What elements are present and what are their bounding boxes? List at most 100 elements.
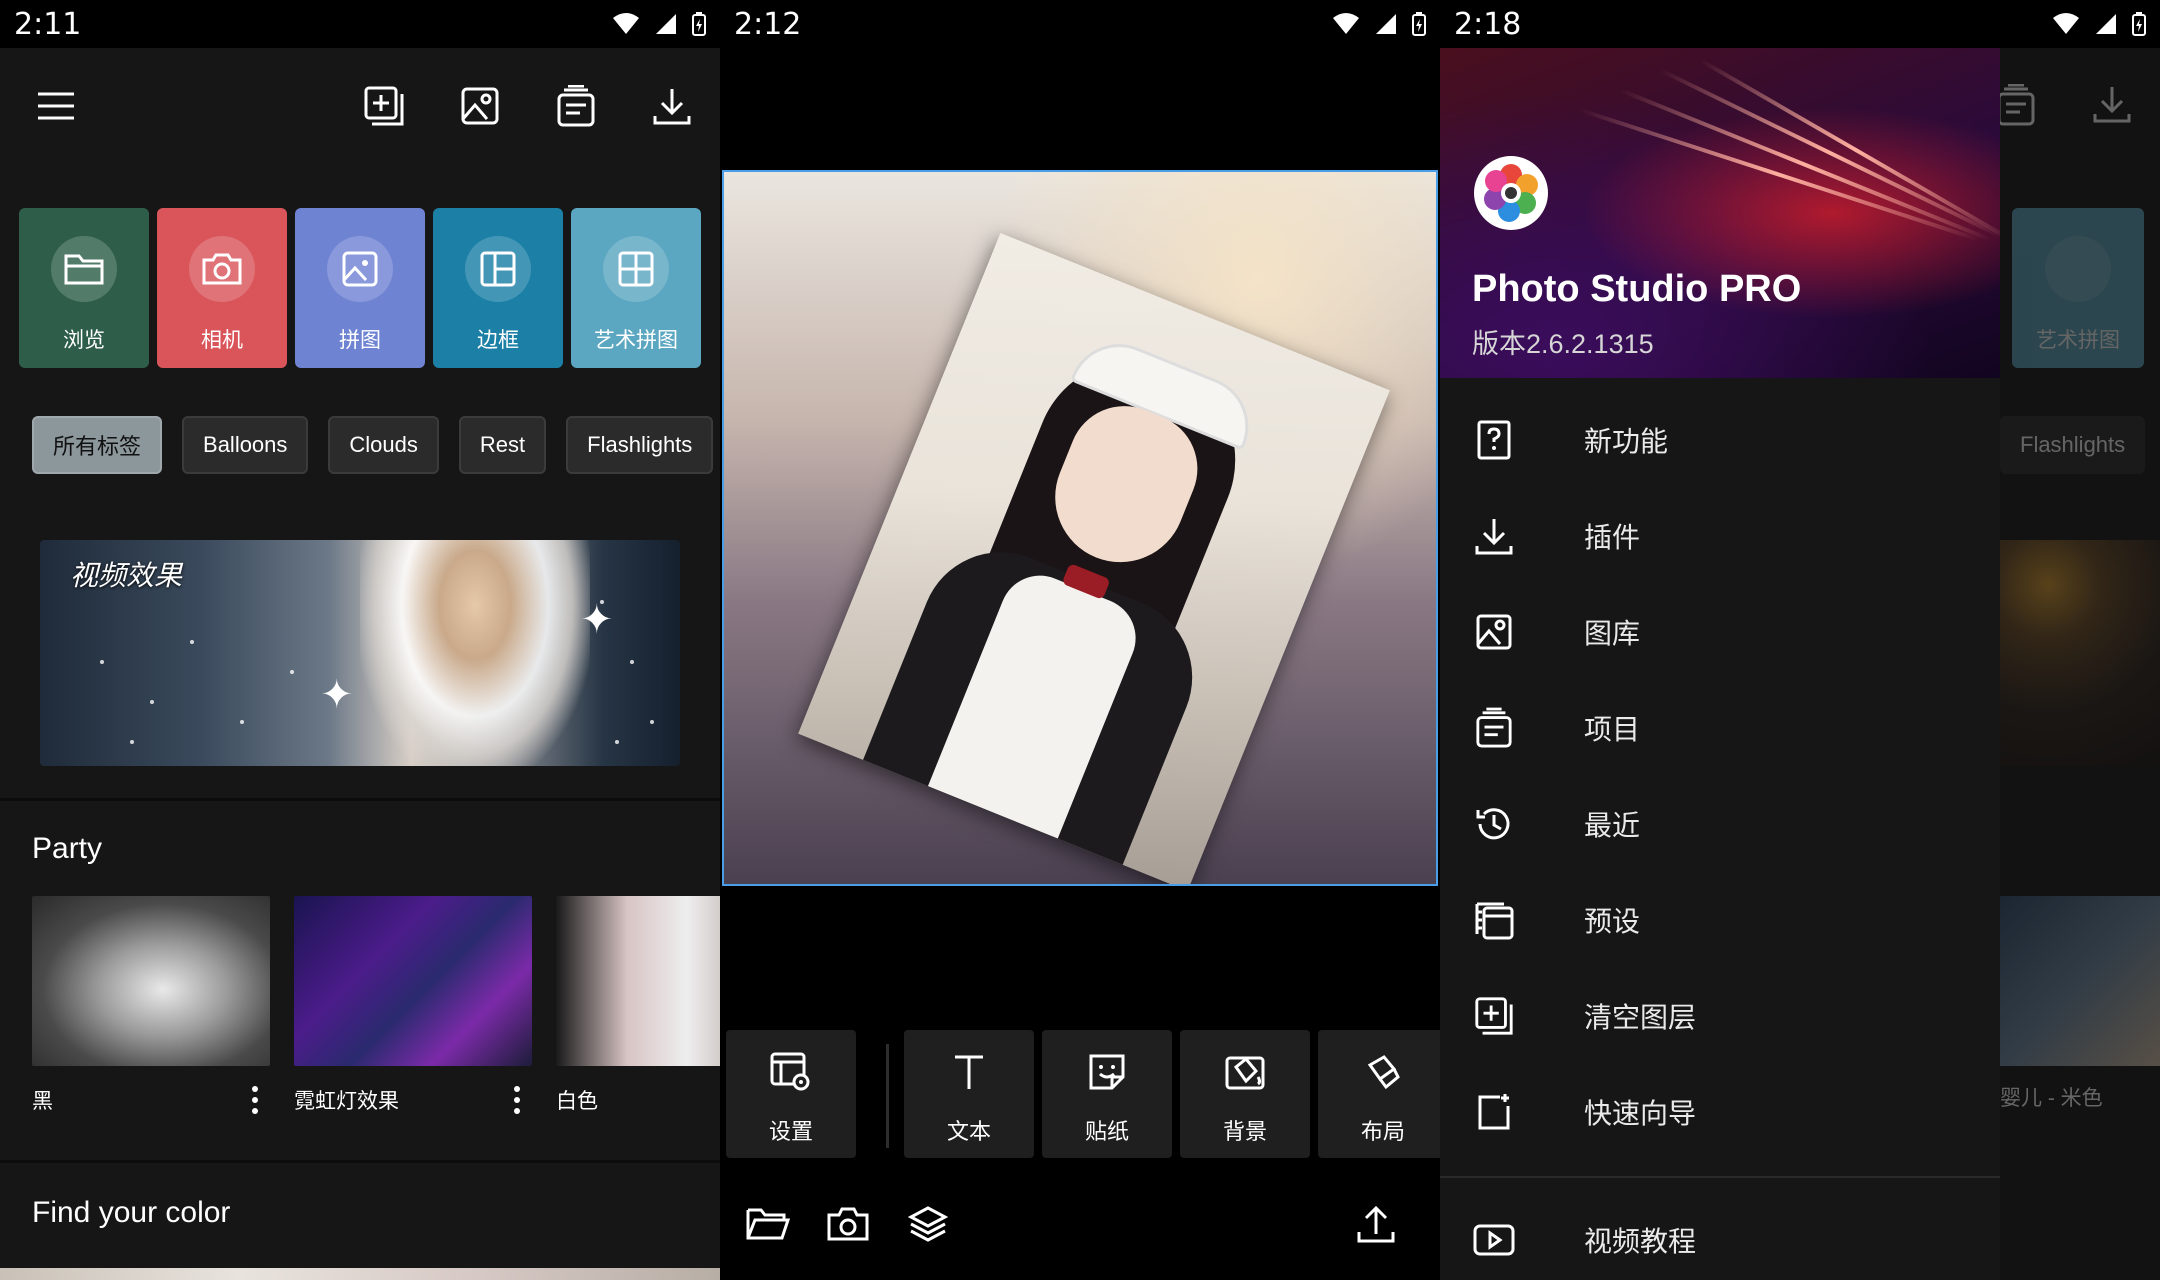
wifi-icon	[613, 13, 639, 34]
add-layer-icon[interactable]	[356, 78, 412, 134]
top-toolbar	[0, 48, 720, 163]
menu-item-presets[interactable]: 预设	[1440, 880, 2000, 960]
card-thumbnail	[2000, 896, 2160, 1066]
photo-layer[interactable]	[798, 232, 1390, 884]
background-tool-button[interactable]: 背景	[1180, 1030, 1310, 1158]
collage-tile[interactable]: 拼图	[295, 208, 425, 368]
art-collage-tile[interactable]: 艺术拼图	[571, 208, 701, 368]
hamburger-menu-icon[interactable]	[28, 78, 84, 134]
effect-card-white[interactable]: 白色	[556, 896, 720, 1118]
menu-item-projects[interactable]: 项目	[1440, 688, 2000, 768]
party-cards: 黑 霓虹灯效果 白色	[32, 896, 720, 1118]
menu-item-plugins[interactable]: 插件	[1440, 496, 2000, 576]
wifi-icon	[2053, 13, 2079, 34]
menu-item-whats-new[interactable]: 新功能	[1440, 400, 2000, 480]
tool-label: 背景	[1222, 1119, 1267, 1144]
sparkle-icon: ✦	[580, 598, 614, 642]
plugin-download-icon	[1475, 519, 1513, 555]
banner-image	[360, 540, 590, 766]
card-label: 霓虹灯效果	[294, 1090, 399, 1113]
effect-card-neon[interactable]: 霓虹灯效果	[294, 896, 532, 1118]
video-tutorial-icon	[1473, 1224, 1515, 1256]
menu-item-label: 快速向导	[1584, 1098, 1697, 1129]
menu-item-clear-layers[interactable]: 清空图层	[1440, 976, 2000, 1056]
menu-item-recent[interactable]: 最近	[1440, 784, 2000, 864]
editor-canvas[interactable]	[722, 170, 1438, 886]
more-options-icon[interactable]	[502, 1082, 532, 1118]
sticker-tool-button[interactable]: 贴纸	[1042, 1030, 1172, 1158]
menu-item-label: 插件	[1584, 522, 1641, 553]
menu-item-label: 清空图层	[1584, 1002, 1697, 1033]
screenshot-root: 2:11 浏览 相机 拼图 边框 艺术拼图 所有标签 Balloons Clou…	[0, 0, 2160, 1280]
banner-title: 视频效果	[70, 560, 183, 591]
collage-icon	[342, 251, 378, 287]
menu-item-gallery[interactable]: 图库	[1440, 592, 2000, 672]
tile-label: 边框	[477, 329, 519, 352]
browse-tile[interactable]: 浏览	[19, 208, 149, 368]
share-upload-icon[interactable]	[1348, 1196, 1404, 1252]
tile-label: 艺术拼图	[2036, 329, 2120, 352]
settings-tool-button[interactable]: 设置	[726, 1030, 856, 1158]
drawer-header: Photo Studio PRO 版本2.6.2.1315	[1440, 48, 2000, 378]
frame-tile[interactable]: 边框	[433, 208, 563, 368]
chip-rest[interactable]: Rest	[458, 416, 547, 474]
status-bar: 2:12	[720, 0, 1440, 48]
status-icons	[2052, 12, 2146, 36]
layout-tool-button[interactable]: 布局	[1318, 1030, 1440, 1158]
tile-label: 相机	[201, 329, 243, 352]
card-thumbnail	[294, 896, 532, 1066]
more-options-icon[interactable]	[240, 1082, 270, 1118]
card-thumbnail	[556, 896, 720, 1066]
signal-icon	[1376, 14, 1396, 34]
camera-icon[interactable]	[820, 1196, 876, 1252]
home-screen: 2:11 浏览 相机 拼图 边框 艺术拼图 所有标签 Balloons Clou…	[0, 0, 720, 1280]
history-icon	[1476, 808, 1510, 840]
menu-item-label: 最近	[1584, 810, 1641, 841]
chip-clouds[interactable]: Clouds	[328, 416, 439, 474]
navigation-drawer-screen: 2:18 艺术拼图 Flashlights 婴儿 - 米色 Photo Stud…	[1440, 0, 2160, 1280]
open-folder-icon[interactable]	[740, 1196, 796, 1252]
projects-icon[interactable]	[548, 78, 604, 134]
clear-layers-icon	[1475, 997, 1513, 1035]
whats-new-icon	[1477, 420, 1511, 460]
presets-icon	[1475, 902, 1514, 940]
status-bar: 2:11	[0, 0, 720, 48]
tag-filter-chips: 所有标签 Balloons Clouds Rest Flashlights	[32, 416, 714, 474]
card-label: 黑	[32, 1090, 53, 1113]
section-divider	[0, 798, 720, 801]
chip-all-tags[interactable]: 所有标签	[32, 416, 163, 474]
battery-icon	[2132, 12, 2146, 36]
menu-divider	[1440, 1176, 2000, 1178]
menu-item-quick-guide[interactable]: 快速向导	[1440, 1072, 2000, 1152]
layers-icon[interactable]	[900, 1196, 956, 1252]
editor-toolbar: 设置 文本 贴纸 背景 布局	[726, 1020, 1440, 1158]
download-icon	[2093, 87, 2131, 123]
menu-item-label: 项目	[1584, 714, 1641, 745]
gallery-icon[interactable]	[452, 78, 508, 134]
quick-actions: 浏览 相机 拼图 边框 艺术拼图	[19, 208, 701, 368]
tool-label: 布局	[1360, 1119, 1405, 1144]
status-icons	[612, 12, 706, 36]
text-tool-button[interactable]: 文本	[904, 1030, 1034, 1158]
projects-icon	[1476, 707, 1512, 748]
camera-tile[interactable]: 相机	[157, 208, 287, 368]
status-time: 2:12	[734, 6, 802, 42]
app-logo-icon[interactable]	[1474, 156, 1548, 230]
status-time: 2:18	[1454, 6, 1522, 42]
video-effects-banner[interactable]: ✦ ✦ 视频效果	[40, 540, 680, 766]
gallery-icon	[1476, 614, 1512, 650]
menu-item-video-tutorial[interactable]: 视频教程	[1440, 1200, 2000, 1280]
chip-balloons[interactable]: Balloons	[182, 416, 309, 474]
status-icons	[1332, 12, 1426, 36]
battery-icon	[1412, 12, 1426, 36]
chip-flashlights[interactable]: Flashlights	[566, 416, 714, 474]
download-icon[interactable]	[644, 78, 700, 134]
effect-card-black[interactable]: 黑	[32, 896, 270, 1118]
navigation-drawer: Photo Studio PRO 版本2.6.2.1315 新功能 插件 图库 …	[1440, 48, 2000, 1280]
battery-icon	[692, 12, 706, 36]
menu-item-label: 视频教程	[1584, 1226, 1697, 1257]
menu-item-label: 新功能	[1584, 426, 1669, 457]
tool-label: 设置	[768, 1119, 813, 1144]
card-thumbnail	[32, 896, 270, 1066]
card-label: 白色	[556, 1090, 598, 1113]
